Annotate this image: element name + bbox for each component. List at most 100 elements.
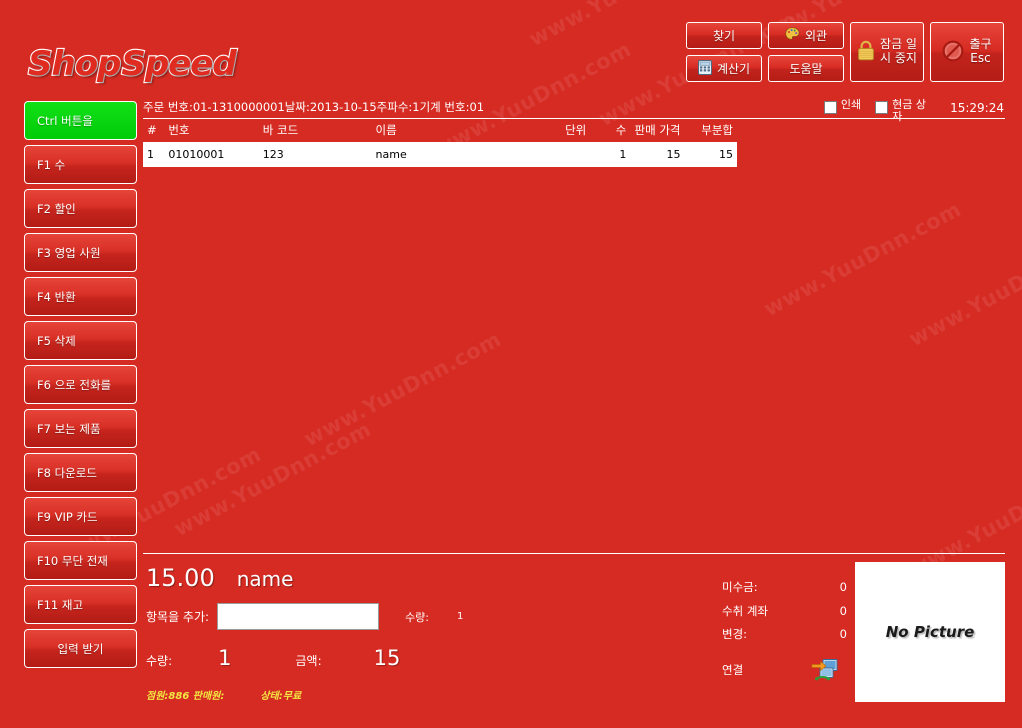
sidebar-item-label: F11 재고 (37, 597, 84, 612)
item-table: # 번호 바 코드 이름 단위 수 판매 가격 부분합 1 01010001 123… (143, 122, 737, 168)
quantity-value: 1 (218, 646, 232, 670)
sidebar-item-label: F7 보는 제품 (37, 421, 101, 436)
current-item-price: 15.00 (146, 564, 215, 592)
sidebar-item-11[interactable]: F11 재고 (24, 585, 137, 624)
product-image-box[interactable]: No Picture (855, 562, 1005, 702)
item-table-body: 1 01010001 123 name 1 15 15 (143, 142, 737, 168)
lock-pause-button[interactable]: 잠금 일 시 중지 (850, 22, 924, 82)
col-header-subtotal[interactable]: 부분합 (684, 122, 737, 142)
col-header-price[interactable]: 판매 가격 (630, 122, 684, 142)
button-column-2: 외관 도움말 (768, 22, 844, 82)
sidebar-item-4[interactable]: F4 반환 (24, 277, 137, 316)
cell-bar: 123 (258, 142, 372, 168)
summary-row-change: 변경: 0 (722, 627, 847, 641)
cashbox-checkbox-wrapper[interactable]: 현금 상 자 (875, 99, 936, 122)
padlock-icon (857, 40, 875, 64)
watermark-text: www.YuuDnn.com (905, 226, 1022, 352)
table-header-row: # 번호 바 코드 이름 단위 수 판매 가격 부분합 (143, 122, 737, 142)
sidebar-item-label: F4 반환 (37, 289, 76, 304)
exit-label-line2: Esc (970, 51, 991, 65)
app-logo: ShopSpeed (27, 43, 238, 85)
help-label: 도움말 (789, 62, 823, 76)
item-table-head: # 번호 바 코드 이름 단위 수 판매 가격 부분합 (143, 122, 737, 142)
summary-row-connection: 연결 (722, 657, 847, 686)
current-item-name: name (236, 567, 294, 591)
network-connect-icon[interactable] (811, 657, 841, 686)
print-label: 인쇄 (840, 98, 862, 111)
add-item-input[interactable] (217, 603, 380, 630)
sidebar-item-1[interactable]: F1 수 (24, 145, 137, 184)
calculator-label: 계산기 (716, 62, 751, 76)
watermark-text: www.YuuDnn.com (300, 326, 506, 452)
detail-panel: 15.00 name 항목을 추가: 수량: 1 수량: 1 금액: 15 점원… (146, 564, 706, 702)
sidebar-item-label: F1 수 (37, 157, 66, 172)
exit-label-line1: 출구 (969, 37, 992, 52)
state-text: 상태:무료 (260, 691, 302, 702)
appearance-label: 외관 (804, 29, 828, 43)
sidebar-item-5[interactable]: F5 삭제 (24, 321, 137, 360)
add-quantity-value: 1 (457, 611, 464, 622)
sidebar-item-0[interactable]: Ctrl 버튼을 (24, 101, 137, 140)
received-value: 0 (839, 603, 847, 618)
logo-text-shop: Shop (27, 43, 123, 85)
sidebar-item-3[interactable]: F3 영업 사원 (24, 233, 137, 272)
change-value: 0 (839, 627, 847, 641)
connection-label: 연결 (722, 663, 744, 677)
add-quantity-label: 수량: (405, 610, 430, 624)
appearance-button[interactable]: 외관 (768, 22, 844, 49)
function-sidebar: Ctrl 버튼을 F1 수 F2 할인 F3 영업 사원 F4 반환 F5 삭제 F6 으로… (24, 101, 137, 668)
find-label: 찾기 (712, 29, 736, 43)
bottom-divider (143, 553, 1005, 554)
no-entry-icon (942, 40, 964, 65)
receivable-label: 미수금: (722, 580, 758, 594)
cashbox-checkbox[interactable] (875, 101, 889, 114)
add-item-row: 항목을 추가: 수량: 1 (146, 603, 706, 630)
sidebar-item-9[interactable]: F9 VIP 카드 (24, 497, 137, 536)
cell-unit (528, 142, 591, 168)
sidebar-item-label: F8 다운로드 (37, 465, 97, 480)
find-button[interactable]: 찾기 (686, 22, 762, 49)
col-header-code[interactable]: 번호 (164, 122, 258, 142)
calculator-button[interactable]: 계산기 (686, 55, 762, 82)
sidebar-item-label: F9 VIP 카드 (37, 509, 98, 524)
amount-value: 15 (373, 646, 401, 670)
lock-pause-label: 잠금 일 시 중지 (880, 37, 917, 66)
print-checkbox-wrapper[interactable]: 인쇄 (823, 98, 862, 114)
exit-button[interactable]: 출구 Esc (930, 22, 1004, 82)
sidebar-item-8[interactable]: F8 다운로드 (24, 453, 137, 492)
sidebar-item-label: F2 할인 (37, 201, 76, 216)
cashbox-label-line2: 자 (892, 109, 903, 123)
clerk-text: 점원:886 판매원: (146, 691, 225, 702)
sidebar-item-6[interactable]: F6 으로 전화를 (24, 365, 137, 404)
lock-pause-label-line1: 잠금 일 (880, 37, 917, 52)
add-item-label: 항목을 추가: (146, 610, 210, 624)
help-button[interactable]: 도움말 (768, 55, 844, 82)
sidebar-item-7[interactable]: F7 보는 제품 (24, 409, 137, 448)
sidebar-item-12[interactable]: 입력 받기 (24, 629, 137, 668)
col-header-quantity[interactable]: 수 (590, 122, 630, 142)
watermark-text: www.YuuDnn.com (170, 416, 376, 542)
sidebar-item-10[interactable]: F10 무단 전재 (24, 541, 137, 580)
change-label: 변경: (722, 627, 748, 641)
sidebar-item-label: F6 으로 전화를 (37, 377, 112, 392)
col-header-name[interactable]: 이름 (372, 122, 529, 142)
top-command-bar: 찾기 계산기 외관 도움말 잠금 일 시 중지 출구 Esc (686, 22, 1004, 82)
item-grid: # 번호 바 코드 이름 단위 수 판매 가격 부분합 1 01010001 123… (143, 122, 737, 168)
sidebar-item-label: F3 영업 사원 (37, 245, 101, 260)
table-row[interactable]: 1 01010001 123 name 1 15 15 (143, 142, 737, 168)
clock-display: 15:29:24 (950, 101, 1004, 115)
current-item-headline: 15.00 name (146, 564, 706, 592)
button-column-1: 찾기 계산기 (686, 22, 762, 82)
col-header-unit[interactable]: 단위 (528, 122, 590, 142)
sidebar-item-label: Ctrl 버튼을 (37, 113, 93, 128)
sidebar-item-2[interactable]: F2 할인 (24, 189, 137, 228)
summary-row-receivable: 미수금: 0 (722, 580, 847, 594)
summary-row-received: 수취 계좌 0 (722, 603, 847, 618)
order-info-line: 주문 번호:01-1310000001날짜:2013-10-15주파수:1기계 … (143, 100, 485, 114)
received-label: 수취 계좌 (722, 603, 768, 618)
cell-name: name (371, 142, 529, 168)
cell-price: 15 (630, 142, 685, 168)
col-header-index[interactable]: # (143, 122, 164, 142)
print-checkbox[interactable] (823, 101, 837, 114)
col-header-barcode[interactable]: 바 코드 (259, 122, 372, 142)
